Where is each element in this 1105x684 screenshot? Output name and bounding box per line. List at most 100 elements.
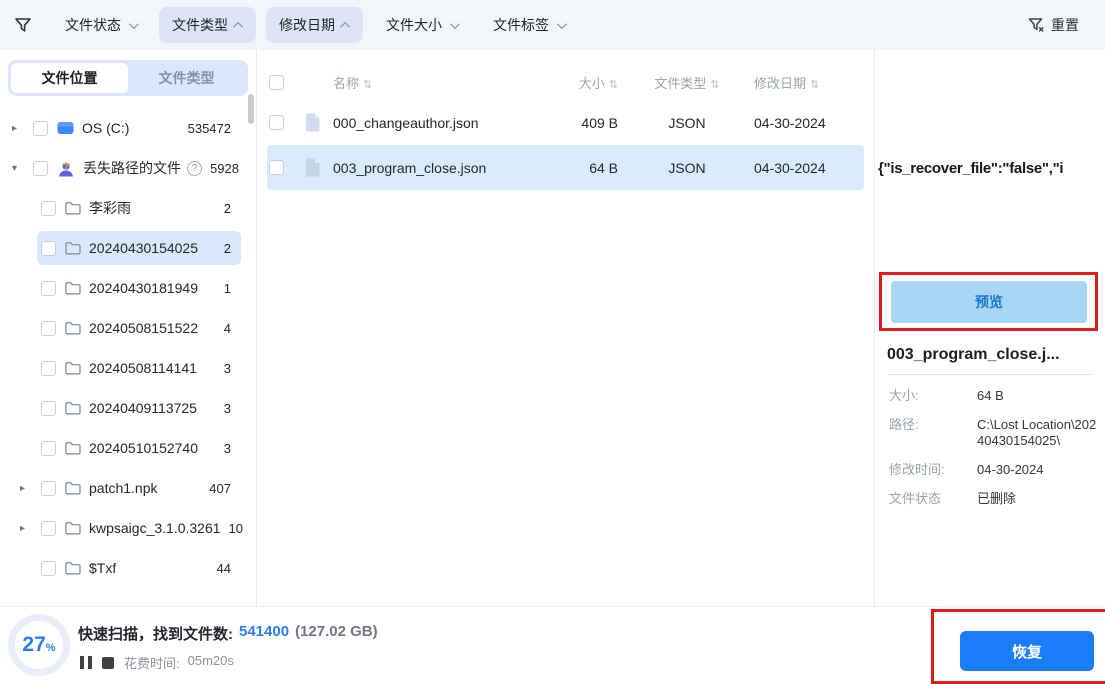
checkbox[interactable] (41, 440, 56, 456)
reset-filters-button[interactable]: 重置 (1028, 15, 1091, 35)
file-date: 04-30-2024 (754, 114, 826, 131)
scan-progress-circle: 27 % (8, 614, 70, 676)
tab-file-location[interactable]: 文件位置 (11, 63, 128, 93)
sidebar: 文件位置 文件类型 OS (C:) 535472 ? 丢失路径的文件 (0, 50, 257, 606)
detail-row-size: 大小: 64 B (889, 388, 1004, 403)
progress-percent: 27 (22, 633, 46, 656)
checkbox[interactable] (33, 160, 48, 176)
tree-item-folder-20240430154025[interactable]: 20240430154025 2 (0, 228, 257, 268)
checkbox[interactable] (41, 360, 56, 376)
tree-item-label: kwpsaigc_3.1.0.3261 (89, 520, 221, 536)
checkbox[interactable] (269, 115, 284, 130)
chevron-down-icon (449, 18, 460, 29)
file-type: JSON (668, 159, 706, 176)
expand-arrow-icon[interactable] (20, 483, 37, 494)
select-all-checkbox[interactable] (269, 74, 284, 90)
folder-icon (65, 361, 81, 375)
file-table: 名称 大小 文件类型 修改日期 000_changeauthor.json 40… (257, 50, 874, 606)
checkbox[interactable] (41, 560, 56, 576)
checkbox[interactable] (41, 480, 56, 496)
folder-icon (65, 201, 81, 215)
tree-item-label: 20240510152740 (89, 440, 199, 456)
tree-item-folder-20240508151522[interactable]: 20240508151522 4 (0, 308, 257, 348)
filter-file-size[interactable]: 文件大小 (373, 7, 470, 43)
help-icon[interactable] (187, 160, 202, 176)
tree-item-label: 李彩雨 (89, 200, 131, 216)
filter-clear-icon (1028, 17, 1044, 32)
sidebar-tab-group: 文件位置 文件类型 (8, 60, 248, 96)
lost-user-icon: ? (57, 160, 75, 177)
tree-item-lost-path-files[interactable]: ? 丢失路径的文件 5928 (0, 148, 257, 188)
expand-arrow-icon[interactable] (12, 123, 29, 134)
tab-file-type[interactable]: 文件类型 (128, 63, 245, 93)
tree-item-folder-20240508114141[interactable]: 20240508114141 3 (0, 348, 257, 388)
sort-icon (363, 79, 372, 91)
tree-item-label: OS (C:) (82, 120, 130, 136)
tree-item-folder-kwpsaigc[interactable]: kwpsaigc_3.1.0.3261 10 (0, 508, 257, 548)
tree-item-label: 20240430181949 (89, 280, 199, 296)
tree-item-label: 20240409113725 (89, 400, 197, 416)
file-icon (299, 158, 333, 177)
file-size: 64 B (589, 159, 618, 176)
stop-icon[interactable] (102, 656, 114, 669)
column-header-name[interactable]: 名称 (333, 73, 532, 92)
scan-label: 快速扫描，找到文件数: (78, 626, 233, 643)
tree-item-folder-20240430181949[interactable]: 20240430181949 1 (0, 268, 257, 308)
folder-icon (65, 281, 81, 295)
tree-item-folder-txf[interactable]: $Txf 44 (0, 548, 257, 588)
tree-item-count: 5928 (210, 160, 239, 176)
column-header-type[interactable]: 文件类型 (622, 73, 752, 92)
tree-item-label: 20240508114141 (89, 360, 197, 376)
found-file-count: 541400 (239, 623, 290, 640)
tree-item-label: 20240430154025 (89, 240, 199, 256)
checkbox[interactable] (41, 240, 56, 256)
filter-toolbar: 文件状态 文件类型 修改日期 文件大小 文件标签 重置 (0, 0, 1105, 50)
column-header-date[interactable]: 修改日期 (752, 73, 862, 92)
tree-item-folder-20240409113725[interactable]: 20240409113725 3 (0, 388, 257, 428)
file-name: 003_program_close.json (333, 159, 487, 176)
preview-content: {"is_recover_file":"false","i (878, 160, 1064, 177)
filter-file-status[interactable]: 文件状态 (52, 7, 149, 43)
checkbox[interactable] (41, 280, 56, 296)
collapse-arrow-icon[interactable] (12, 163, 29, 174)
annotation-recover-box: 恢复 (931, 609, 1105, 684)
filter-modified-date[interactable]: 修改日期 (266, 7, 363, 43)
expand-arrow-icon[interactable] (20, 523, 37, 534)
preview-button[interactable]: 预览 (891, 281, 1087, 323)
checkbox[interactable] (41, 400, 56, 416)
filter-file-tag[interactable]: 文件标签 (480, 7, 577, 43)
detail-row-status: 文件状态 已删除 (889, 491, 1017, 506)
recover-button[interactable]: 恢复 (960, 631, 1094, 671)
table-row[interactable]: 003_program_close.json 64 B JSON 04-30-2… (267, 145, 864, 190)
tree-item-folder-20240510152740[interactable]: 20240510152740 3 (0, 428, 257, 468)
tree-item-label: $Txf (89, 560, 117, 576)
checkbox[interactable] (269, 160, 284, 175)
pause-icon[interactable] (80, 656, 92, 669)
filter-label: 文件类型 (172, 17, 228, 33)
file-location-tree: OS (C:) 535472 ? 丢失路径的文件 5928 (0, 108, 257, 588)
table-header-row: 名称 大小 文件类型 修改日期 (257, 64, 874, 100)
preview-file-name: 003_program_close.j... (887, 346, 1060, 363)
filter-file-type[interactable]: 文件类型 (159, 7, 256, 43)
checkbox[interactable] (33, 120, 48, 136)
filter-funnel-icon (14, 17, 32, 34)
table-row[interactable]: 000_changeauthor.json 409 B JSON 04-30-2… (267, 100, 864, 145)
tree-item-count: 2 (223, 200, 231, 216)
checkbox[interactable] (41, 320, 56, 336)
checkbox[interactable] (41, 200, 56, 216)
file-icon (299, 113, 333, 132)
filter-label: 修改日期 (279, 17, 335, 33)
sort-icon (710, 79, 719, 91)
tree-item-folder-patch1-npk[interactable]: patch1.npk 407 (0, 468, 257, 508)
status-bar: 27 % 快速扫描，找到文件数: 541400 (127.02 GB) 花费时间… (0, 606, 1105, 684)
folder-icon (65, 241, 81, 255)
tree-item-folder-licaiyu[interactable]: 李彩雨 2 (0, 188, 257, 228)
detail-row-modified: 修改时间: 04-30-2024 (889, 462, 1044, 477)
scan-controls: 花费时间: 05m20s (80, 653, 234, 672)
tree-item-os-c[interactable]: OS (C:) 535472 (0, 108, 257, 148)
folder-icon (65, 481, 81, 495)
checkbox[interactable] (41, 520, 56, 536)
column-header-size[interactable]: 大小 (532, 73, 622, 92)
scan-summary: 快速扫描，找到文件数: 541400 (127.02 GB) (78, 623, 378, 644)
tree-item-label: patch1.npk (89, 480, 158, 496)
